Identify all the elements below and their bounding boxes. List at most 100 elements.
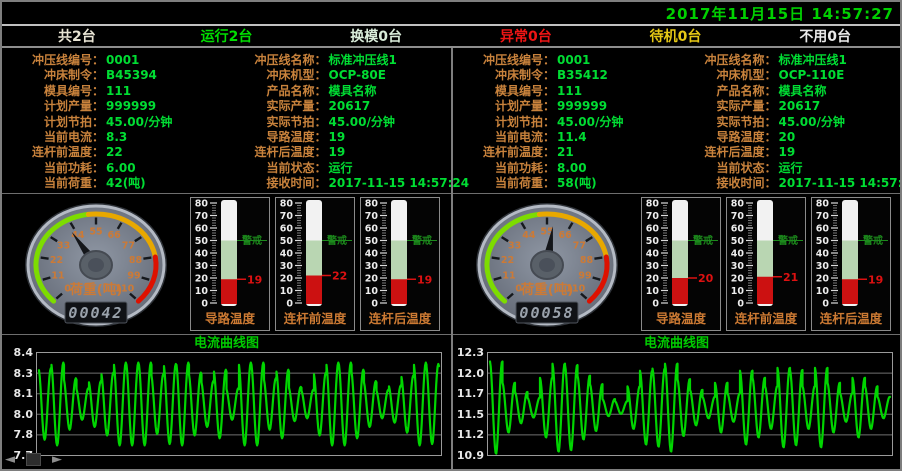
svg-text:20: 20: [365, 274, 379, 285]
gauge-odometer: 00042: [68, 304, 123, 322]
svg-text:80: 80: [280, 199, 294, 210]
warn-label: 警戒: [241, 234, 262, 247]
gauge-wrap: 0112233445566778899110荷重(吨)00058: [455, 195, 639, 333]
warn-label: 警戒: [777, 234, 798, 247]
warn-label: 警戒: [411, 234, 432, 247]
info-row: 冲床机型：OCP-110E: [677, 68, 899, 83]
thermometer: 01020304050607080警戒21连杆前温度: [726, 197, 806, 331]
svg-text:0: 0: [371, 299, 378, 310]
svg-text:60: 60: [365, 224, 379, 235]
info-row: 实际产量：20617: [677, 99, 899, 114]
info-row: 当前状态：运行: [227, 161, 450, 176]
svg-text:77: 77: [573, 240, 586, 251]
info-value: 19: [327, 130, 346, 145]
info-left-column: 冲压线编号：0001冲床制令：B35412模具编号：111计划产量：999999…: [455, 53, 677, 191]
svg-text:10: 10: [731, 286, 745, 297]
info-row: 连杆前温度：22: [4, 145, 227, 160]
info-row: 模具编号：111: [455, 84, 677, 99]
thermometer-scale: 01020304050607080警戒22: [276, 198, 354, 310]
info-row: 当前功耗：8.00: [455, 161, 677, 176]
info-row: 当前荷重：42(吨): [4, 176, 227, 191]
info-label: 当前荷重：: [455, 176, 555, 191]
svg-text:60: 60: [280, 224, 294, 235]
status-item-0: 共2台: [2, 26, 152, 46]
info-value: 8.00: [555, 161, 587, 176]
svg-text:70: 70: [280, 211, 294, 222]
svg-text:33: 33: [508, 240, 521, 251]
scroll-right-icon[interactable]: ►: [52, 453, 62, 466]
datetime-text: 2017年11月15日 14:57:27: [666, 3, 894, 24]
info-label: 模具编号：: [4, 84, 104, 99]
gauge-title: 荷重(吨): [520, 281, 574, 298]
info-value: OCP-80E: [327, 68, 386, 83]
info-row: 当前功耗：6.00: [4, 161, 227, 176]
status-item-4: 待机0台: [601, 26, 751, 46]
info-value: OCP-110E: [777, 68, 845, 83]
svg-text:66: 66: [559, 230, 573, 241]
svg-text:50: 50: [365, 236, 379, 247]
svg-text:20: 20: [280, 274, 294, 285]
info-row: 模具编号：111: [4, 84, 227, 99]
ytick-label: 7.8: [14, 429, 34, 441]
info-label: 当前电流：: [4, 130, 104, 145]
info-row: 当前电流：8.3: [4, 130, 227, 145]
info-row: 实际节拍：45.00/分钟: [677, 115, 899, 130]
info-label: 实际节拍：: [677, 115, 777, 130]
thermo-label: 连杆后温度: [820, 310, 883, 328]
ytick-label: 8.4: [14, 347, 34, 359]
svg-text:0: 0: [822, 299, 829, 310]
svg-text:50: 50: [731, 236, 745, 247]
info-row: 接收时间：2017-11-15 14:57:24: [677, 176, 899, 191]
load-gauge: 0112233445566778899110荷重(吨)00058: [455, 195, 639, 333]
info-label: 当前电流：: [455, 130, 555, 145]
info-value: 2017-11-15 14:57:24: [327, 176, 470, 191]
info-value: 运行: [777, 161, 803, 176]
info-row: 冲压线名称：标准冲压线1: [677, 53, 899, 68]
info-row: 连杆后温度：19: [227, 145, 450, 160]
svg-text:10: 10: [195, 286, 209, 297]
scroll-handle-icon[interactable]: [26, 453, 41, 466]
info-row: 计划产量：999999: [455, 99, 677, 114]
svg-text:70: 70: [195, 211, 209, 222]
info-value: 11.4: [555, 130, 587, 145]
svg-text:10: 10: [816, 286, 830, 297]
chart-section: 电流曲线图8.48.38.18.07.87.7: [2, 335, 451, 468]
info-label: 当前荷重：: [4, 176, 104, 191]
info-row: 接收时间：2017-11-15 14:57:24: [227, 176, 450, 191]
svg-text:0: 0: [652, 299, 659, 310]
svg-text:10: 10: [646, 286, 660, 297]
svg-text:20: 20: [731, 274, 745, 285]
chart-plot-row: 12.312.011.711.511.210.9: [453, 352, 900, 458]
thermometer: 01020304050607080警戒19连杆后温度: [811, 197, 891, 331]
press-line-panel-1: 冲压线编号：0001冲床制令：B45394模具编号：111计划产量：999999…: [2, 48, 451, 469]
info-left-column: 冲压线编号：0001冲床制令：B45394模具编号：111计划产量：999999…: [4, 53, 227, 191]
info-label: 当前功耗：: [4, 161, 104, 176]
info-label: 冲压线名称：: [677, 53, 777, 68]
current-curve-chart: [487, 352, 893, 458]
ytick-label: 12.3: [457, 347, 484, 359]
svg-text:33: 33: [57, 240, 70, 251]
svg-text:30: 30: [816, 261, 830, 272]
svg-text:88: 88: [129, 255, 143, 266]
svg-text:80: 80: [731, 199, 745, 210]
scroll-left-icon[interactable]: ◄: [5, 453, 15, 466]
warn-label: 警戒: [862, 234, 883, 247]
info-label: 冲床机型：: [227, 68, 327, 83]
thermometer: 01020304050607080警戒19连杆后温度: [360, 197, 440, 331]
thermometer-scale: 01020304050607080警戒21: [727, 198, 805, 310]
info-label: 接收时间：: [677, 176, 777, 191]
thermometer: 01020304050607080警戒22连杆前温度: [275, 197, 355, 331]
svg-text:60: 60: [816, 224, 830, 235]
chart-title: 电流曲线图: [2, 335, 451, 352]
info-row: 当前状态：运行: [677, 161, 899, 176]
thermo-label: 连杆前温度: [284, 310, 347, 328]
info-value: B35412: [555, 68, 608, 83]
info-value: 8.3: [104, 130, 127, 145]
thermo-label: 连杆后温度: [369, 310, 432, 328]
info-value: 19: [327, 145, 346, 160]
info-label: 计划节拍：: [4, 115, 104, 130]
info-value: 45.00/分钟: [327, 115, 395, 130]
status-item-1: 运行2台: [152, 26, 302, 46]
info-value: 6.00: [104, 161, 136, 176]
info-label: 实际节拍：: [227, 115, 327, 130]
